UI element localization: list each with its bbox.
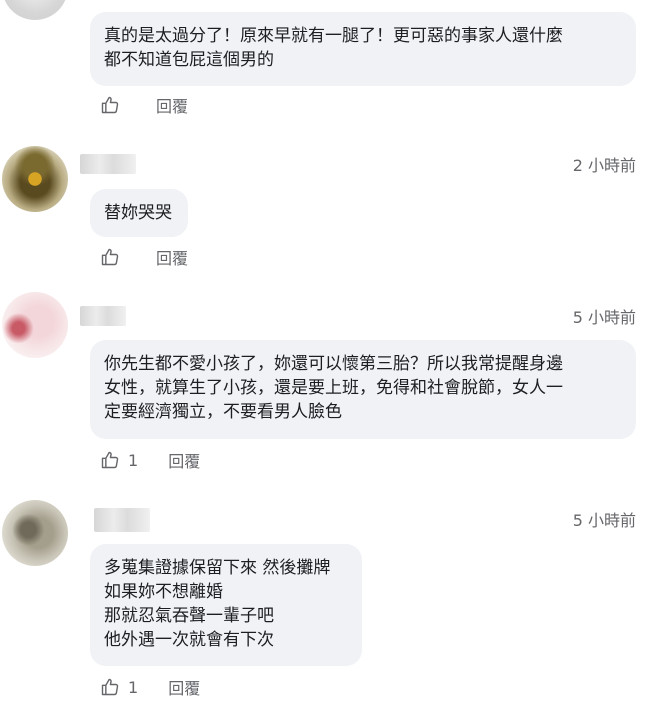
comment-timestamp[interactable]: 5 小時前: [573, 507, 636, 531]
author-name-blurred[interactable]: [94, 508, 150, 532]
avatar[interactable]: [2, 146, 68, 212]
comment-text-line: 都不知道包屁這個男的: [104, 50, 274, 70]
thumbs-up-icon: [100, 677, 120, 697]
comment-actions: 回覆: [100, 244, 188, 270]
comment-text-line: 多蒐集證據保留下來 然後攤牌: [104, 558, 331, 578]
like-button[interactable]: [100, 95, 120, 115]
reply-button[interactable]: 回覆: [156, 93, 188, 117]
comment-text-line: 女性，就算生了小孩，還是要上班，免得和社會脫節，女人一: [104, 378, 563, 398]
reply-button[interactable]: 回覆: [168, 675, 200, 699]
comment-bubble: 真的是太過分了！原來早就有一腿了！更可惡的事家人還什麼 都不知道包屁這個男的: [90, 12, 636, 86]
comment-text-line: 真的是太過分了！原來早就有一腿了！更可惡的事家人還什麼: [104, 26, 563, 46]
avatar[interactable]: [2, 292, 68, 358]
comment-text-line: 如果妳不想離婚: [104, 582, 223, 602]
comment-text-line: 他外遇一次就會有下次: [104, 630, 274, 650]
comment-text-line: 定要經濟獨立，不要看男人臉色: [104, 402, 342, 422]
like-button[interactable]: 1: [100, 677, 138, 697]
comment-bubble: 多蒐集證據保留下來 然後攤牌 如果妳不想離婚 那就忍氣吞聲一輩子吧 他外遇一次就…: [90, 544, 362, 666]
thumbs-up-icon: [100, 95, 120, 115]
reply-button[interactable]: 回覆: [156, 245, 188, 269]
comment-timestamp[interactable]: 5 小時前: [573, 304, 636, 328]
like-count: 1: [128, 450, 139, 470]
comment-bubble: 你先生都不愛小孩了，妳還可以懷第三胎？所以我常提醒身邊 女性，就算生了小孩，還是…: [90, 340, 636, 439]
thumbs-up-icon: [100, 450, 120, 470]
comment-actions: 回覆: [100, 92, 188, 118]
author-name-blurred[interactable]: [80, 306, 126, 326]
comment-text-line: 你先生都不愛小孩了，妳還可以懷第三胎？所以我常提醒身邊: [104, 354, 563, 374]
comment-text-line: 替妳哭哭: [104, 203, 172, 223]
comment-actions: 1 回覆: [100, 447, 200, 473]
avatar[interactable]: [2, 500, 68, 566]
comment-actions: 1 回覆: [100, 674, 200, 700]
thumbs-up-icon: [100, 247, 120, 267]
like-button[interactable]: 1: [100, 450, 138, 470]
comment-text-line: 那就忍氣吞聲一輩子吧: [104, 606, 274, 626]
like-count: 1: [128, 677, 139, 697]
reply-button[interactable]: 回覆: [168, 448, 200, 472]
comment-bubble: 替妳哭哭: [90, 189, 188, 237]
like-button[interactable]: [100, 247, 120, 267]
avatar[interactable]: [2, 0, 68, 20]
comment-timestamp[interactable]: 2 小時前: [573, 152, 636, 176]
author-name-blurred[interactable]: [80, 154, 136, 174]
